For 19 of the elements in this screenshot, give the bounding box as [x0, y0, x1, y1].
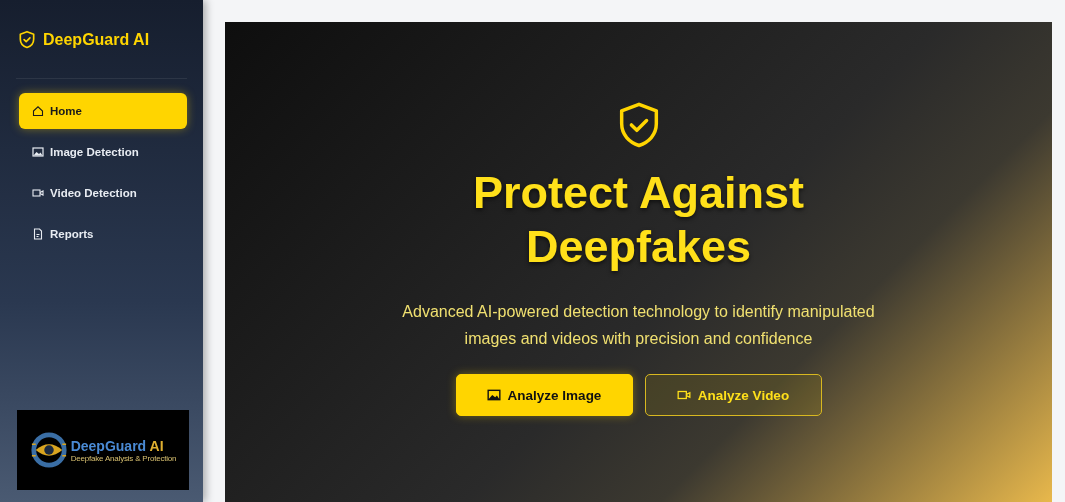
app-title: DeepGuard AI: [43, 31, 150, 49]
analyze-button[interactable]: Analyze Video: [644, 374, 822, 416]
nav-item[interactable]: Home: [19, 93, 187, 129]
nav-item[interactable]: Image Detection: [19, 134, 187, 170]
eye-circuit-icon: [29, 431, 68, 469]
image-icon: [32, 146, 44, 158]
home-icon: [32, 105, 44, 117]
nav-item[interactable]: Reports: [19, 216, 187, 252]
shield-check-icon: [17, 30, 37, 50]
nav-item[interactable]: Video Detection: [19, 175, 187, 211]
image-icon: [486, 388, 501, 402]
logo-tagline: Deepfake Analysis & Protection: [70, 453, 177, 463]
video-camera-icon: [676, 388, 691, 402]
logo-name: DeepGuard AI: [70, 437, 165, 454]
hero-title: Protect Against Deepfakes: [472, 166, 805, 274]
video-camera-icon: [32, 187, 44, 199]
document-icon: [32, 228, 44, 240]
analyze-button[interactable]: Analyze Image: [455, 374, 633, 416]
hero-subtitle: Advanced AI-powered detection technology to identify manipulated images and videos with precision and confidence: [401, 302, 876, 349]
